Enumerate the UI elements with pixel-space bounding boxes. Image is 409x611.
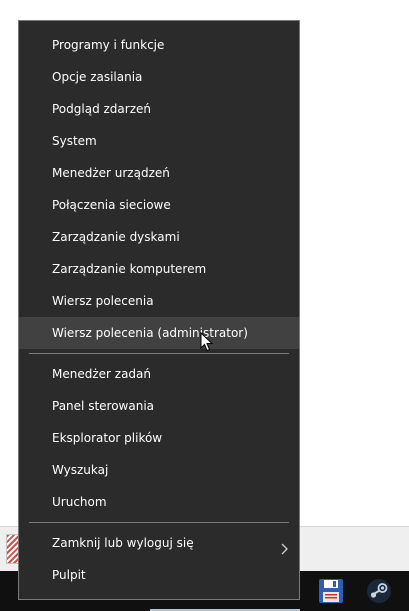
- menu-item-label: Zarządzanie dyskami: [52, 230, 180, 244]
- menu-item-label: Menedżer urządzeń: [52, 166, 170, 180]
- menu-item-label: Wiersz polecenia: [52, 294, 154, 308]
- save-icon[interactable]: [318, 578, 344, 604]
- menu-item-power-options[interactable]: Opcje zasilania: [19, 61, 299, 93]
- menu-item-event-viewer[interactable]: Podgląd zdarzeń: [19, 93, 299, 125]
- chevron-right-icon: [277, 536, 291, 555]
- menu-item-computer-management[interactable]: Zarządzanie komputerem: [19, 253, 299, 285]
- menu-item-label: Pulpit: [52, 568, 86, 582]
- menu-item-network-connections[interactable]: Połączenia sieciowe: [19, 189, 299, 221]
- menu-item-file-explorer[interactable]: Eksplorator plików: [19, 422, 299, 454]
- menu-item-label: Wyszukaj: [52, 463, 109, 477]
- menu-item-label: Eksplorator plików: [52, 431, 163, 445]
- menu-item-label: Podgląd zdarzeń: [52, 102, 151, 116]
- menu-item-label: Połączenia sieciowe: [52, 198, 171, 212]
- menu-item-label: Opcje zasilania: [52, 70, 143, 84]
- menu-item-label: Programy i funkcje: [52, 38, 165, 52]
- menu-item-label: Zamknij lub wyloguj się: [52, 536, 194, 550]
- menu-item-run[interactable]: Uruchom: [19, 486, 299, 518]
- menu-separator: [29, 522, 289, 523]
- menu-separator: [29, 353, 289, 354]
- menu-item-task-manager[interactable]: Menedżer zadań: [19, 358, 299, 390]
- menu-item-label: System: [52, 134, 97, 148]
- menu-item-programs-and-features[interactable]: Programy i funkcje: [19, 29, 299, 61]
- menu-item-label: Uruchom: [52, 495, 107, 509]
- menu-item-command-prompt-admin[interactable]: Wiersz polecenia (administrator): [19, 317, 299, 349]
- menu-item-desktop[interactable]: Pulpit: [19, 559, 299, 591]
- menu-item-label: Wiersz polecenia (administrator): [52, 326, 248, 340]
- menu-item-search[interactable]: Wyszukaj: [19, 454, 299, 486]
- menu-item-system[interactable]: System: [19, 125, 299, 157]
- power-user-menu: Programy i funkcje Opcje zasilania Podgl…: [18, 20, 300, 600]
- menu-item-command-prompt[interactable]: Wiersz polecenia: [19, 285, 299, 317]
- menu-item-control-panel[interactable]: Panel sterowania: [19, 390, 299, 422]
- menu-item-shut-down-or-sign-out[interactable]: Zamknij lub wyloguj się: [19, 527, 299, 559]
- menu-item-label: Menedżer zadań: [52, 367, 151, 381]
- menu-item-label: Panel sterowania: [52, 399, 154, 413]
- steam-icon[interactable]: [366, 578, 392, 604]
- menu-item-label: Zarządzanie komputerem: [52, 262, 207, 276]
- menu-item-disk-management[interactable]: Zarządzanie dyskami: [19, 221, 299, 253]
- menu-item-device-manager[interactable]: Menedżer urządzeń: [19, 157, 299, 189]
